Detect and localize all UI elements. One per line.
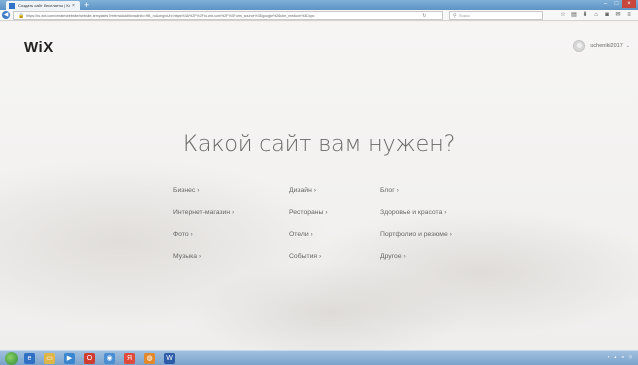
close-window-button[interactable]: × <box>622 0 636 8</box>
keyboard-layout-icon[interactable]: ▪ <box>608 354 609 359</box>
category-link-design[interactable]: Дизайн › <box>289 187 316 194</box>
category-link-music[interactable]: Музыка › <box>173 253 201 260</box>
category-link-health-beauty[interactable]: Здоровье и красота › <box>380 209 447 216</box>
yandex-icon[interactable]: Я <box>124 353 135 364</box>
new-tab-button[interactable]: + <box>84 0 89 10</box>
category-link-online-store[interactable]: Интернет-магазин › <box>173 209 234 216</box>
firefox-icon[interactable]: ◍ <box>144 353 155 364</box>
toolbar-icons: ☆ ▤ ⬇ ⌂ ◙ ✉ ≡ <box>560 11 632 20</box>
chat-icon[interactable]: ✉ <box>615 11 621 20</box>
start-button[interactable] <box>5 352 18 365</box>
avatar-icon <box>573 40 586 52</box>
reading-list-icon[interactable]: ▤ <box>571 11 577 20</box>
clock-icon[interactable]: ◷ <box>629 354 633 359</box>
search-placeholder: Поиск <box>458 13 470 18</box>
category-link-blog[interactable]: Блог › <box>380 187 399 194</box>
category-link-photo[interactable]: Фото › <box>173 231 193 238</box>
browser-titlebar: Создать сайт бесплатно | Ко × + – □ × <box>0 0 638 10</box>
category-link-portfolio[interactable]: Портфолио и резюме › <box>380 231 452 238</box>
search-input[interactable]: ⚲ Поиск <box>449 11 543 20</box>
system-tray: ▪ ▴ ◂ ◷ <box>608 354 632 359</box>
network-icon[interactable]: ▴ <box>614 354 616 359</box>
wix-logo[interactable]: WiX <box>24 39 54 56</box>
taskbar-apps: e ▭ ▶ O ◉ Я ◍ W <box>24 353 175 364</box>
media-icon[interactable]: ▶ <box>64 353 75 364</box>
browser-tab[interactable]: Создать сайт бесплатно | Ко × <box>6 1 80 10</box>
taskbar: e ▭ ▶ O ◉ Я ◍ W ▪ ▴ ◂ ◷ <box>0 350 638 365</box>
window-controls: – □ × <box>600 0 636 8</box>
word-icon[interactable]: W <box>164 353 175 364</box>
star-icon[interactable]: ☆ <box>560 11 566 20</box>
wix-favicon-icon <box>9 2 15 9</box>
ie-icon[interactable]: e <box>24 353 35 364</box>
volume-icon[interactable]: ◂ <box>621 354 623 359</box>
search-icon: ⚲ <box>453 12 457 19</box>
category-link-other[interactable]: Другое › <box>380 253 406 260</box>
url-text[interactable]: https://ru.wix.com/create/website/websit… <box>26 14 416 18</box>
tab-close-button[interactable]: × <box>72 3 75 9</box>
address-bar[interactable]: 🔒 https://ru.wix.com/create/website/webs… <box>13 11 443 20</box>
minimize-button[interactable]: – <box>600 0 611 8</box>
page-title: Какой сайт вам нужен? <box>182 131 456 157</box>
user-menu[interactable]: ucheniki2017 ⌄ <box>573 40 630 52</box>
home-icon[interactable]: ⌂ <box>593 11 599 20</box>
reload-icon[interactable]: ↻ <box>422 13 426 19</box>
username: ucheniki2017 <box>590 43 623 49</box>
category-link-events[interactable]: События › <box>289 253 321 260</box>
back-arrow-icon[interactable]: ◀ <box>2 11 10 19</box>
category-link-restaurants[interactable]: Рестораны › <box>289 209 328 216</box>
pocket-icon[interactable]: ◙ <box>604 11 610 20</box>
lock-icon: 🔒 <box>18 12 25 19</box>
category-link-business[interactable]: Бизнес › <box>173 187 199 194</box>
download-icon[interactable]: ⬇ <box>582 11 588 20</box>
menu-icon[interactable]: ≡ <box>626 11 632 20</box>
page-content: WiX ucheniki2017 ⌄ Какой сайт вам нужен?… <box>0 22 638 350</box>
category-link-hotels[interactable]: Отели › <box>289 231 313 238</box>
browser-toolbar: ◀ 🔒 https://ru.wix.com/create/website/we… <box>0 10 638 21</box>
folder-icon[interactable]: ▭ <box>44 353 55 364</box>
maximize-button[interactable]: □ <box>611 0 622 8</box>
chevron-down-icon: ⌄ <box>625 43 630 49</box>
chrome-icon[interactable]: ◉ <box>104 353 115 364</box>
tab-title: Создать сайт бесплатно | Ко <box>18 3 70 8</box>
opera-icon[interactable]: O <box>84 353 95 364</box>
